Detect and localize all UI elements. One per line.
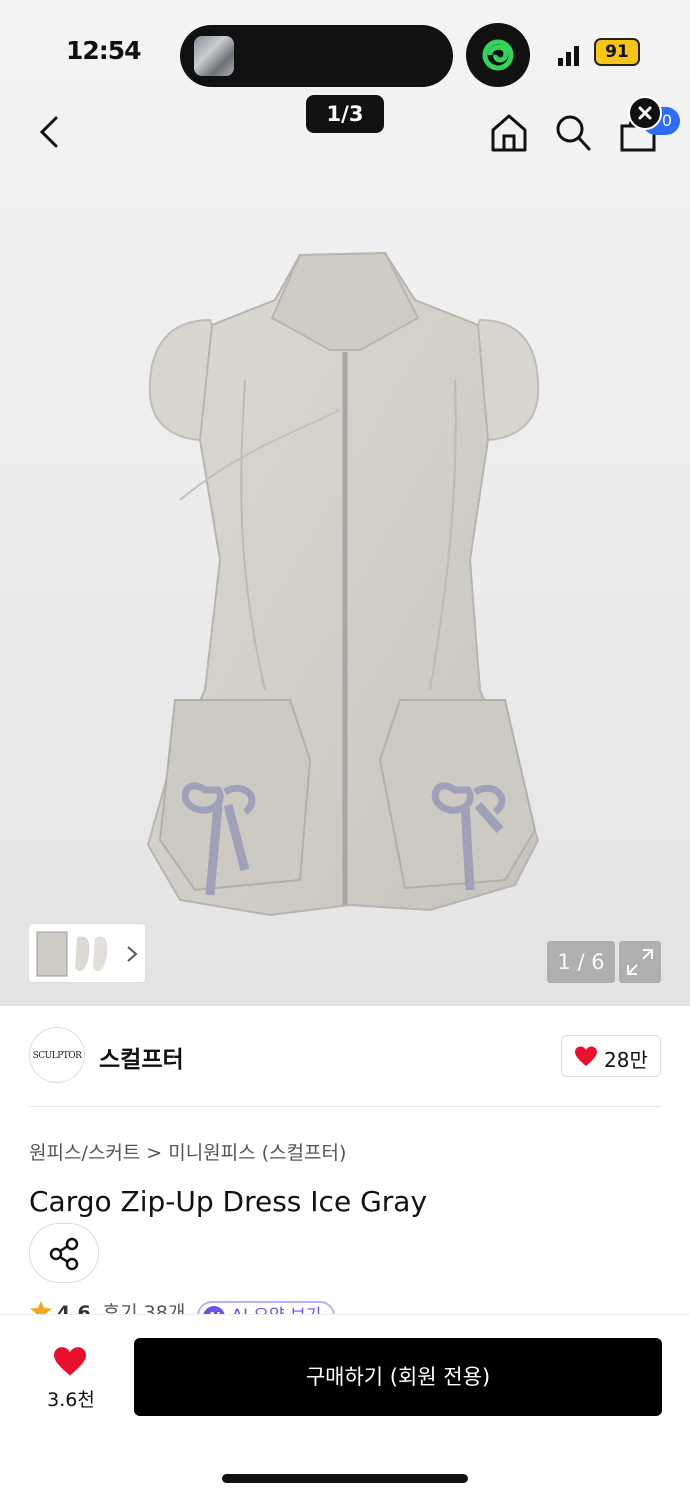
share-button[interactable]	[29, 1223, 99, 1283]
product-title: Cargo Zip-Up Dress Ice Gray	[29, 1185, 428, 1218]
status-time: 12:54	[66, 36, 142, 65]
brand-name[interactable]: 스컬프터	[99, 1040, 184, 1074]
brand-logo[interactable]: SCULPTOR	[29, 1027, 85, 1083]
brand-like-count: 28만	[604, 1048, 648, 1072]
thumbnail-strip[interactable]	[28, 923, 146, 983]
threads-app-icon[interactable]	[466, 23, 530, 87]
brand-like-button[interactable]: 28만	[561, 1035, 661, 1077]
chevron-right-icon	[127, 946, 138, 962]
bottom-action-bar: 3.6천 구매하기 (회원 전용)	[0, 1314, 690, 1500]
buy-button[interactable]: 구매하기 (회원 전용)	[134, 1338, 662, 1416]
page-indicator: 1/3	[306, 95, 384, 133]
wishlist-button[interactable]: 3.6천	[30, 1343, 112, 1413]
share-icon	[49, 1237, 79, 1271]
battery-indicator: 91	[594, 38, 640, 66]
breadcrumb-subcategory[interactable]: 미니원피스 (스컬프터)	[168, 1142, 346, 1164]
breadcrumb: 원피스/스커트 > 미니원피스 (스컬프터)	[29, 1138, 346, 1165]
heart-icon	[575, 1046, 597, 1066]
close-icon[interactable]	[628, 96, 662, 130]
back-icon[interactable]	[34, 112, 68, 152]
status-bar: 12:54 91	[0, 0, 690, 100]
breadcrumb-separator: >	[146, 1142, 163, 1164]
wifi-icon	[558, 46, 579, 66]
home-icon[interactable]	[489, 112, 529, 154]
wishlist-count: 3.6천	[47, 1389, 95, 1411]
image-counter: 1 / 6	[547, 941, 615, 983]
divider	[29, 1106, 661, 1107]
expand-icon[interactable]	[619, 941, 661, 983]
home-indicator	[222, 1474, 468, 1483]
battery-level: 91	[605, 42, 629, 62]
heart-icon	[54, 1347, 86, 1376]
dynamic-island[interactable]	[180, 25, 453, 87]
breadcrumb-category[interactable]: 원피스/스커트	[29, 1142, 140, 1164]
search-icon[interactable]	[554, 113, 592, 153]
media-thumbnail	[194, 36, 234, 76]
